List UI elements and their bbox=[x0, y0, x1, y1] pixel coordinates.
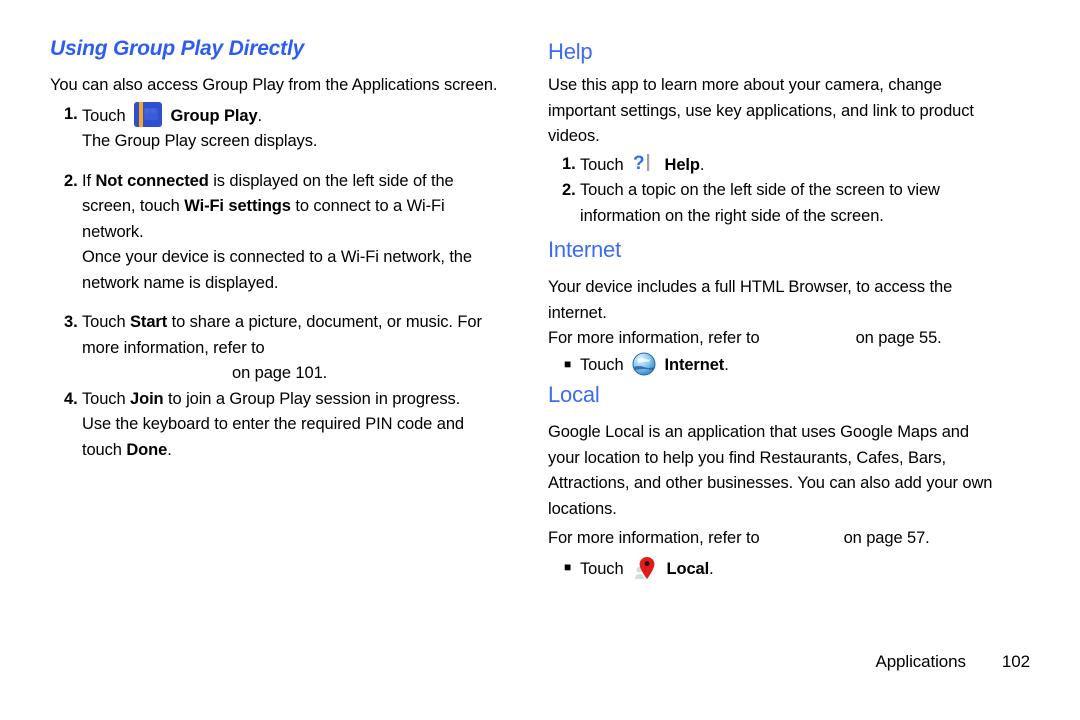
step-3-body: Touch Start to share a picture, document… bbox=[82, 310, 520, 387]
step-4-number: 4. bbox=[64, 389, 78, 408]
internet-refer-line: For more information, refer to on page 55… bbox=[548, 326, 1028, 352]
step-1-text-after: . bbox=[257, 106, 263, 125]
help-step-2: 2. Touch a topic on the left side of the… bbox=[548, 178, 1028, 229]
step-4-line3-b: . bbox=[167, 440, 172, 459]
help-step-2-body: Touch a topic on the left side of the sc… bbox=[580, 178, 1028, 229]
internet-globe-icon bbox=[632, 352, 656, 376]
svg-text:?: ? bbox=[633, 153, 645, 174]
step-1-number: 1. bbox=[64, 104, 78, 123]
local-bullet-marker: ■ bbox=[564, 559, 572, 574]
step-2-line-2: screen, touch Wi-Fi settings to connect … bbox=[82, 194, 520, 220]
step-2-line1-bold: Not connected bbox=[95, 171, 209, 190]
step-2-body: If Not connected is displayed on the lef… bbox=[82, 169, 520, 297]
internet-bullet-body: Touch Internet. bbox=[580, 352, 1028, 379]
step-1-text-before: Touch bbox=[82, 106, 126, 125]
help-step-2-line-1: Touch a topic on the left side of the sc… bbox=[580, 181, 940, 199]
internet-bullet: ■ Touch Internet. bbox=[548, 352, 1028, 379]
step-4-line-2: Use the keyboard to enter the required P… bbox=[82, 415, 464, 433]
footer-chapter-label: Applications bbox=[875, 652, 966, 671]
step-2-line2-b: to connect to a Wi-Fi bbox=[290, 197, 445, 215]
local-body-line-3: Attractions, and other businesses. You c… bbox=[548, 474, 993, 492]
local-bullet: ■ Touch Local. bbox=[548, 555, 1028, 583]
step-1-bold-term: Group Play bbox=[170, 106, 258, 125]
step-2-sub-line-1: Once your device is connected to a Wi-Fi… bbox=[82, 248, 472, 266]
local-bullet-bold-term: Local bbox=[666, 559, 710, 578]
step-3-number: 3. bbox=[64, 313, 78, 331]
local-bullet-text-after: . bbox=[709, 559, 714, 578]
local-bullet-text-before: Touch bbox=[580, 559, 624, 578]
page-footer: Applications 102 bbox=[0, 652, 1030, 672]
internet-body-line-2: internet. bbox=[548, 303, 607, 322]
step-4-line1-a: Touch bbox=[82, 389, 131, 408]
help-body-line-3: videos. bbox=[548, 127, 600, 145]
app-heading-internet: Internet bbox=[548, 237, 622, 262]
step-4-body: Touch Join to join a Group Play session … bbox=[82, 387, 520, 464]
internet-refer-prefix: For more information, refer to bbox=[548, 329, 760, 347]
step-3-line1-bold: Start bbox=[130, 313, 168, 331]
step-1: 1. Touch Group Play. bbox=[50, 101, 520, 130]
app-heading-local: Local bbox=[548, 382, 600, 407]
step-2: 2. If Not connected is displayed on the … bbox=[50, 169, 520, 297]
local-body-line-2: your location to help you find Restauran… bbox=[548, 448, 946, 467]
step-2-sub-line-2: network name is displayed. bbox=[82, 273, 279, 292]
step-3-line-2: more information, refer to bbox=[82, 336, 520, 362]
intro-paragraph: You can also access Group Play from the … bbox=[50, 76, 498, 94]
internet-bullet-text-after: . bbox=[724, 355, 729, 374]
local-pin-icon bbox=[632, 555, 658, 581]
help-step-1-number: 1. bbox=[562, 154, 576, 173]
step-4-line-3: touch Done. bbox=[82, 438, 520, 464]
help-step-1: 1. Touch ? Help. bbox=[548, 152, 1028, 179]
local-refer-line: For more information, refer to on page 57… bbox=[548, 526, 1028, 552]
internet-bullet-bold-term: Internet bbox=[664, 355, 725, 374]
help-body-line-2: important settings, use key applications… bbox=[548, 101, 974, 120]
step-2-line1-a: If bbox=[82, 171, 96, 190]
step-2-line2-bold: Wi-Fi settings bbox=[184, 197, 291, 215]
step-3-line2-text: more information, refer to bbox=[82, 338, 265, 357]
step-3-line1-b: to share a picture, document, or music. … bbox=[167, 313, 482, 331]
step-3-page-ref: on page 101. bbox=[232, 364, 328, 382]
local-bullet-body: Touch Local. bbox=[580, 555, 1028, 583]
step-2-number: 2. bbox=[64, 171, 78, 190]
step-4-line3-a: touch bbox=[82, 440, 127, 459]
internet-bullet-marker: ■ bbox=[564, 356, 572, 371]
internet-bullet-text-before: Touch bbox=[580, 355, 624, 374]
step-2-line-1: If Not connected is displayed on the lef… bbox=[82, 169, 520, 195]
step-3-line1-a: Touch bbox=[82, 313, 131, 331]
footer-page-number: 102 bbox=[1001, 652, 1030, 671]
step-4: 4. Touch Join to join a Group Play sessi… bbox=[50, 387, 520, 464]
step-4-line1-bold: Join bbox=[130, 389, 164, 408]
help-step-1-body: Touch ? Help. bbox=[580, 152, 1028, 179]
local-body-line-4: locations. bbox=[548, 499, 617, 518]
local-body-line-1: Google Local is an application that uses… bbox=[548, 423, 969, 441]
help-step-1-text-after: . bbox=[699, 155, 705, 174]
step-1-body: Touch Group Play. bbox=[82, 101, 520, 130]
step-2-line2-a: screen, touch bbox=[82, 197, 185, 215]
left-column: Using Group Play Directly You can also a… bbox=[50, 0, 520, 463]
help-icon: ? bbox=[632, 152, 656, 174]
manual-page: Using Group Play Directly You can also a… bbox=[0, 0, 1080, 720]
internet-page-ref: on page 55. bbox=[855, 329, 942, 347]
help-step-2-number: 2. bbox=[562, 181, 576, 199]
local-page-ref: on page 57. bbox=[843, 529, 930, 547]
step-3: 3. Touch Start to share a picture, docum… bbox=[50, 310, 520, 387]
app-heading-help: Help bbox=[548, 39, 593, 64]
internet-body-line-1: Your device includes a full HTML Browser… bbox=[548, 278, 953, 296]
step-1-sub: The Group Play screen displays. bbox=[82, 132, 318, 150]
step-2-line-3: network. bbox=[82, 222, 144, 241]
step-4-line3-bold: Done bbox=[126, 440, 168, 459]
help-step-1-bold-term: Help bbox=[664, 155, 700, 174]
step-2-line1-b: is displayed on the left side of the bbox=[208, 171, 454, 190]
step-4-line-1: Touch Join to join a Group Play session … bbox=[82, 387, 520, 413]
help-body-line-1: Use this app to learn more about your ca… bbox=[548, 76, 942, 94]
step-3-line-3: on page 101. bbox=[82, 361, 520, 387]
help-step-2-line-2: information on the right side of the scr… bbox=[580, 206, 884, 225]
group-play-icon bbox=[134, 101, 163, 127]
right-column: Help Use this app to learn more about yo… bbox=[548, 0, 1028, 582]
local-refer-prefix: For more information, refer to bbox=[548, 529, 760, 547]
help-step-1-text-before: Touch bbox=[580, 155, 624, 174]
step-3-line-1: Touch Start to share a picture, document… bbox=[82, 310, 520, 336]
section-heading-using-group-play-directly: Using Group Play Directly bbox=[50, 37, 305, 60]
step-4-line1-b: to join a Group Play session in progress… bbox=[163, 389, 461, 408]
